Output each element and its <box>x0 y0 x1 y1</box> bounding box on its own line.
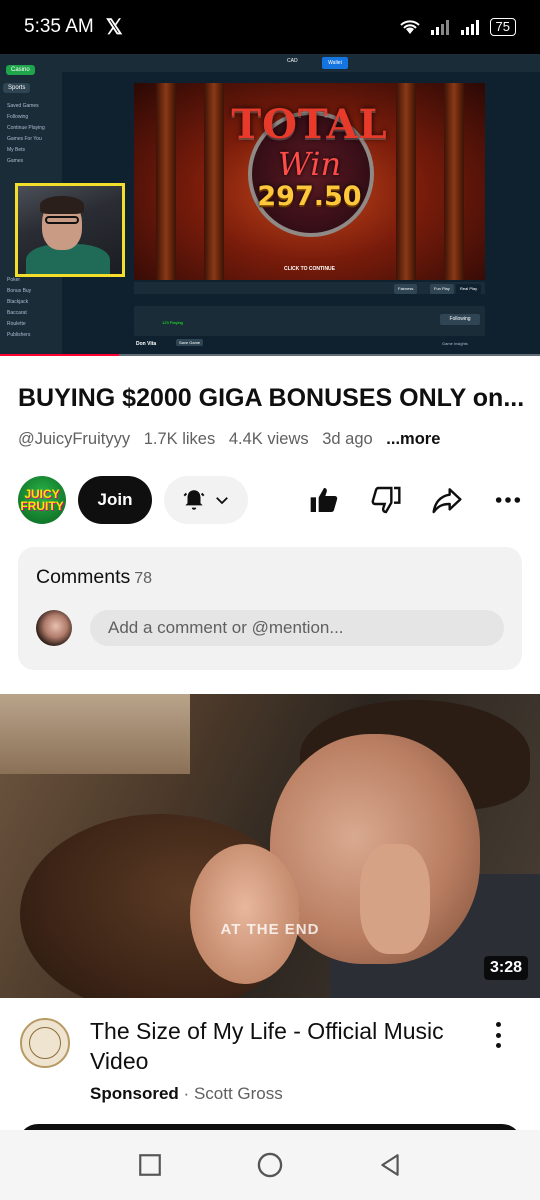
kebab-dot <box>495 1032 501 1038</box>
thumb-child-face <box>190 844 300 984</box>
advertiser-name: Scott Gross <box>193 1084 283 1103</box>
battery-icon: 75 <box>489 18 516 36</box>
chevron-down-icon <box>216 497 228 505</box>
ad-meta: Sponsored · Scott Gross <box>90 1084 283 1104</box>
upload-age: 3d ago <box>322 430 373 448</box>
following-button: Following <box>440 314 480 325</box>
back-icon[interactable] <box>377 1152 403 1178</box>
win-subtitle: Win <box>277 145 342 183</box>
bell-icon <box>183 490 205 510</box>
share-button[interactable] <box>427 480 467 520</box>
likes-count: 1.7K likes <box>143 430 216 448</box>
signal-icon-2 <box>460 20 479 35</box>
thumb-caption: AT THE END <box>220 921 320 938</box>
kebab-dot <box>495 1043 501 1048</box>
channel-avatar[interactable]: JUICY FRUITY <box>18 476 66 524</box>
channel-handle[interactable]: @JuicyFruityyy <box>18 430 130 448</box>
meta-separator: · <box>183 1084 190 1103</box>
video-title[interactable]: BUYING $2000 GIGA BONUSES ONLY on... <box>18 384 528 413</box>
webcam-glasses <box>45 216 79 224</box>
casino-tab: Casino <box>6 65 35 75</box>
comments-count: 78 <box>134 570 153 587</box>
duration-badge: 3:28 <box>483 956 528 980</box>
game-frame: TOTAL Win 297.50 CLICK TO CONTINUE <box>134 83 485 280</box>
notifications-button[interactable] <box>164 476 248 524</box>
fairness-button: Fairness <box>394 284 418 294</box>
more-link[interactable]: ...more <box>386 430 440 448</box>
status-indicators: 75 <box>398 18 516 36</box>
kebab-dot <box>495 1022 501 1027</box>
sidebar-item: Games <box>7 158 24 164</box>
fun-play-button: Fun Play <box>430 284 454 294</box>
comments-card[interactable]: Comments 78 Add a comment or @mention... <box>18 547 522 670</box>
comments-title: Comments <box>36 566 131 588</box>
x-app-icon: 𝕏 <box>105 15 123 39</box>
status-bar: 5:35 AM 𝕏 75 <box>0 0 540 54</box>
like-icon <box>310 488 338 512</box>
progress-fill <box>0 354 119 356</box>
game-info-panel: 129 Playing <box>134 306 485 336</box>
sidebar-item: Bonus Buy <box>7 288 32 294</box>
playing-count: 129 Playing <box>162 320 183 325</box>
more-actions-button[interactable] <box>488 480 528 520</box>
video-meta[interactable]: @JuicyFruityyy 1.7K likes 4.4K views 3d … <box>18 430 449 449</box>
sidebar-item: Publishers <box>7 332 31 338</box>
webcam-hair <box>40 196 84 214</box>
casino-topbar: CAD <box>62 54 540 72</box>
sidebar-item: Continue Playing <box>7 125 45 131</box>
comment-input[interactable]: Add a comment or @mention... <box>90 610 504 646</box>
video-player[interactable]: Casino Sports Saved Games Following Cont… <box>0 54 540 356</box>
wifi-icon <box>399 20 420 34</box>
advertiser-seal-icon <box>29 1027 61 1059</box>
sidebar-item: Roulette <box>7 321 26 327</box>
recents-icon[interactable] <box>137 1152 163 1178</box>
comments-header: Comments 78 <box>36 566 152 589</box>
ad-video-thumbnail[interactable]: AT THE END 3:28 <box>0 694 540 998</box>
dislike-icon <box>371 486 401 514</box>
sidebar-item: Baccarat <box>7 310 27 316</box>
user-avatar <box>36 610 72 646</box>
signal-icon <box>430 20 449 35</box>
home-icon[interactable] <box>256 1151 284 1179</box>
more-icon <box>495 497 521 503</box>
sidebar-item: My Bets <box>7 147 26 153</box>
win-amount: 297.50 <box>257 181 362 212</box>
share-icon <box>432 488 462 514</box>
like-button[interactable] <box>304 480 344 520</box>
dislike-button[interactable] <box>366 480 406 520</box>
streamer-webcam <box>15 183 125 277</box>
click-to-continue: CLICK TO CONTINUE <box>283 266 336 272</box>
win-title: TOTAL <box>231 101 388 148</box>
progress-bar[interactable] <box>0 354 540 356</box>
real-play-button: Real Play <box>456 284 482 294</box>
currency-label: CAD <box>287 58 298 64</box>
advertiser-avatar[interactable] <box>20 1018 70 1068</box>
system-nav-bar <box>0 1130 540 1200</box>
ad-menu-button[interactable] <box>486 1018 510 1052</box>
views-count: 4.4K views <box>228 430 309 448</box>
join-button[interactable]: Join <box>78 476 152 524</box>
wallet-button: Wallet <box>322 57 348 69</box>
save-game-button: Save Game <box>176 339 204 346</box>
game-insights-label: Game Insights <box>442 341 468 346</box>
thumb-background <box>0 694 190 774</box>
ad-title[interactable]: The Size of My Life - Official Music Vid… <box>90 1016 470 1076</box>
sidebar-item: Saved Games <box>7 103 39 109</box>
sponsored-label: Sponsored <box>90 1084 179 1103</box>
status-time: 5:35 AM <box>24 16 94 37</box>
sidebar-item: Games For You <box>7 136 42 142</box>
sports-tab: Sports <box>3 83 31 93</box>
sidebar-item: Blackjack <box>7 299 29 305</box>
sidebar-item: Following <box>7 114 29 120</box>
provider-label: Don Vita <box>136 341 157 347</box>
